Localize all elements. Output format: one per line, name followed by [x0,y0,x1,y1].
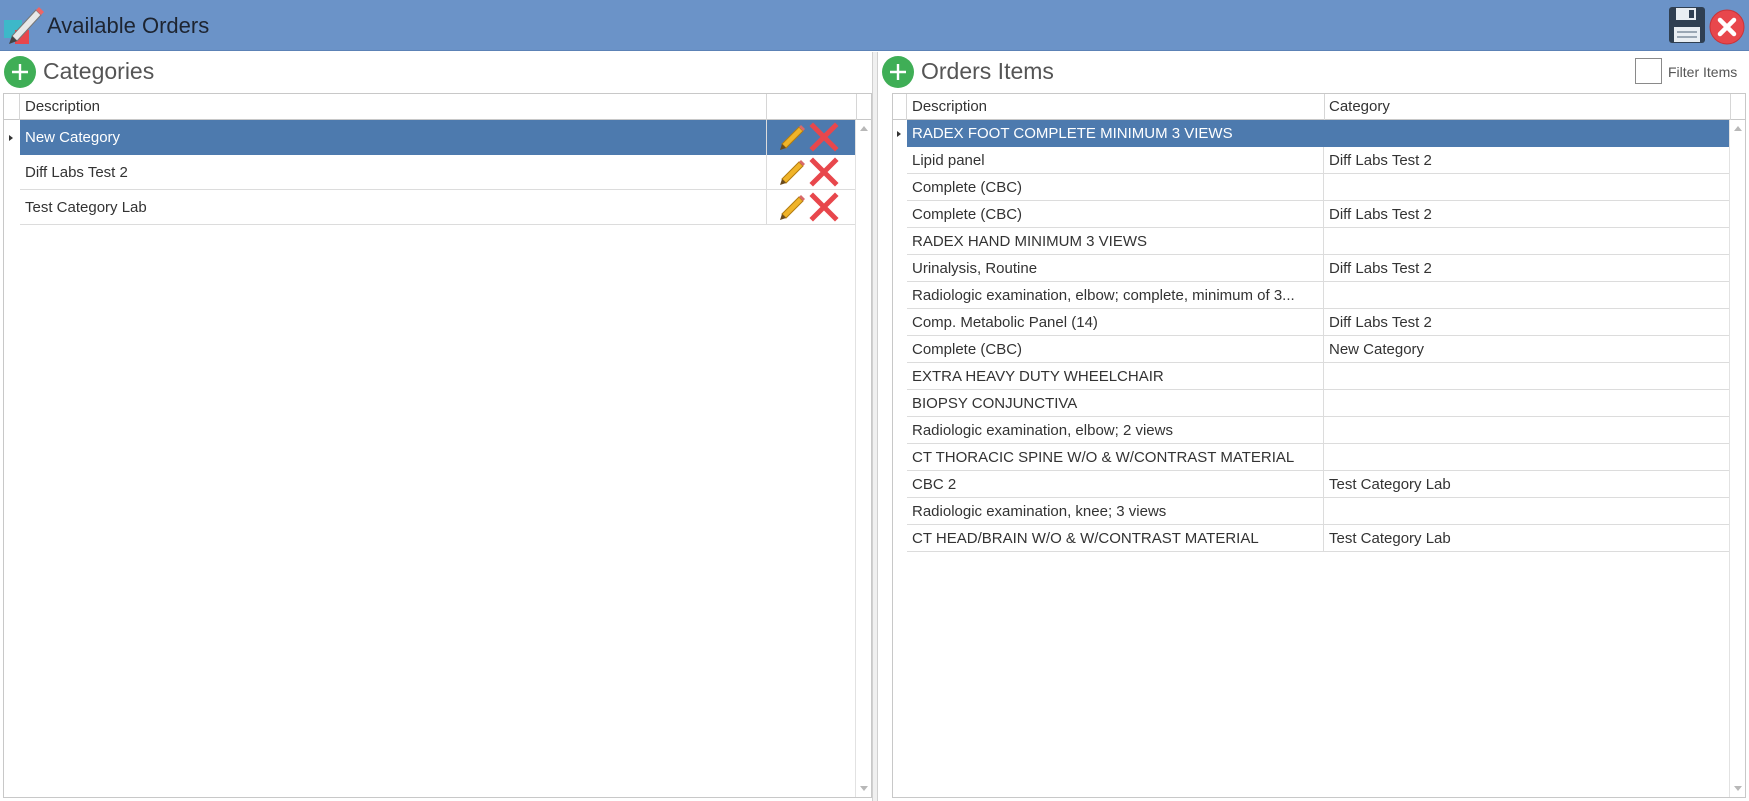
categories-grid: Description New Category Diff Labs Test 2… [3,93,872,798]
order-description-cell[interactable]: CBC 2 [907,471,1324,498]
category-actions-cell [767,120,857,155]
order-item-row[interactable]: Radiologic examination, elbow; 2 views [907,417,1731,444]
order-description-cell[interactable]: CT THORACIC SPINE W/O & W/CONTRAST MATER… [907,444,1324,471]
add-category-button[interactable] [4,56,36,88]
save-icon[interactable] [1668,6,1706,44]
order-item-row[interactable]: Comp. Metabolic Panel (14) Diff Labs Test… [907,309,1731,336]
edit-pencil-icon[interactable] [777,157,807,187]
order-category-cell[interactable]: Diff Labs Test 2 [1324,255,1731,282]
delete-x-icon[interactable] [809,157,839,187]
order-item-row[interactable]: Complete (CBC) Diff Labs Test 2 [907,201,1731,228]
order-description-cell[interactable]: Complete (CBC) [907,174,1324,201]
delete-x-icon[interactable] [809,192,839,222]
order-description-cell[interactable]: RADEX FOOT COMPLETE MINIMUM 3 VIEWS [907,120,1731,147]
order-category-cell[interactable] [1324,228,1731,255]
order-item-row[interactable]: Radiologic examination, elbow; complete,… [907,282,1731,309]
order-item-row[interactable]: Complete (CBC) New Category [907,336,1731,363]
categories-header: Categories [0,52,872,92]
order-category-cell[interactable]: New Category [1324,336,1731,363]
current-row-indicator [9,135,13,141]
delete-x-icon[interactable] [809,122,839,152]
filter-items-checkbox[interactable] [1635,58,1662,84]
order-category-cell[interactable] [1324,417,1731,444]
order-description-cell[interactable]: Comp. Metabolic Panel (14) [907,309,1324,336]
scroll-down-arrow[interactable] [860,786,868,791]
order-description-cell[interactable]: EXTRA HEAVY DUTY WHEELCHAIR [907,363,1324,390]
order-category-cell[interactable] [1324,174,1731,201]
orders-grid: Description Category RADEX FOOT COMPLETE… [892,93,1746,798]
column-header-actions [767,94,857,120]
category-row[interactable]: New Category [20,120,857,155]
row-header-column [893,94,907,120]
order-category-cell[interactable]: Test Category Lab [1324,525,1731,552]
order-category-cell[interactable] [1324,390,1731,417]
categories-title: Categories [43,58,155,84]
order-item-row[interactable]: CT THORACIC SPINE W/O & W/CONTRAST MATER… [907,444,1731,471]
scroll-down-arrow[interactable] [1734,786,1742,791]
category-actions-cell [767,155,857,190]
category-row[interactable]: Test Category Lab [20,190,857,225]
title-bar: Available Orders [0,0,1749,51]
scroll-up-arrow[interactable] [1734,126,1742,131]
edit-pencil-icon[interactable] [777,192,807,222]
order-description-cell[interactable]: Urinalysis, Routine [907,255,1324,282]
orders-panel: Orders Items Description Category RADEX … [878,52,1749,801]
column-header-description[interactable]: Description [20,94,767,120]
order-category-cell[interactable] [1324,498,1731,525]
order-item-row[interactable]: Complete (CBC) [907,174,1731,201]
order-category-cell[interactable] [1324,444,1731,471]
order-description-cell[interactable]: Complete (CBC) [907,336,1324,363]
order-description-cell[interactable]: Complete (CBC) [907,201,1324,228]
order-category-cell[interactable] [1324,282,1731,309]
column-header-description[interactable]: Description [907,94,1325,120]
order-item-row[interactable]: BIOPSY CONJUNCTIVA [907,390,1731,417]
category-description-cell[interactable]: Diff Labs Test 2 [20,155,767,190]
order-item-row[interactable]: RADEX HAND MINIMUM 3 VIEWS [907,228,1731,255]
add-order-item-button[interactable] [882,56,914,88]
row-header-column [4,94,20,120]
current-row-indicator [897,131,901,137]
order-description-cell[interactable]: Radiologic examination, elbow; 2 views [907,417,1324,444]
order-description-cell[interactable]: Radiologic examination, knee; 3 views [907,498,1324,525]
order-category-cell[interactable]: Diff Labs Test 2 [1324,309,1731,336]
order-category-cell[interactable]: Diff Labs Test 2 [1324,147,1731,174]
plus-icon [12,64,28,80]
category-description-cell[interactable]: New Category [20,120,767,155]
order-item-row[interactable]: Lipid panel Diff Labs Test 2 [907,147,1731,174]
order-category-cell[interactable] [1324,363,1731,390]
order-item-row[interactable]: RADEX FOOT COMPLETE MINIMUM 3 VIEWS [907,120,1731,147]
category-actions-cell [767,190,857,225]
order-description-cell[interactable]: Radiologic examination, elbow; complete,… [907,282,1324,309]
orders-title: Orders Items [921,58,1054,84]
order-description-cell[interactable]: CT HEAD/BRAIN W/O & W/CONTRAST MATERIAL [907,525,1324,552]
orders-grid-header: Description Category [893,94,1745,120]
filter-items-label: Filter Items [1668,64,1738,80]
category-row[interactable]: Diff Labs Test 2 [20,155,857,190]
order-category-cell[interactable]: Test Category Lab [1324,471,1731,498]
orders-scrollbar[interactable] [1729,120,1745,797]
column-header-category[interactable]: Category [1324,94,1731,120]
order-category-cell[interactable]: Diff Labs Test 2 [1324,201,1731,228]
scroll-up-arrow[interactable] [860,126,868,131]
app-pencil-icon [4,7,44,44]
orders-header: Orders Items [878,52,1749,92]
edit-pencil-icon[interactable] [777,122,807,152]
categories-panel: Categories Description New Category Diff … [0,52,872,801]
category-description-cell[interactable]: Test Category Lab [20,190,767,225]
order-item-row[interactable]: CBC 2 Test Category Lab [907,471,1731,498]
order-description-cell[interactable]: RADEX HAND MINIMUM 3 VIEWS [907,228,1324,255]
order-description-cell[interactable]: BIOPSY CONJUNCTIVA [907,390,1324,417]
order-item-row[interactable]: Radiologic examination, knee; 3 views [907,498,1731,525]
close-icon[interactable] [1709,9,1745,45]
categories-grid-header: Description [4,94,871,120]
order-description-cell[interactable]: Lipid panel [907,147,1324,174]
plus-icon [890,64,906,80]
categories-scrollbar[interactable] [855,120,871,797]
window-title: Available Orders [47,13,210,38]
order-item-row[interactable]: CT HEAD/BRAIN W/O & W/CONTRAST MATERIAL T… [907,525,1731,552]
order-item-row[interactable]: Urinalysis, Routine Diff Labs Test 2 [907,255,1731,282]
order-item-row[interactable]: EXTRA HEAVY DUTY WHEELCHAIR [907,363,1731,390]
